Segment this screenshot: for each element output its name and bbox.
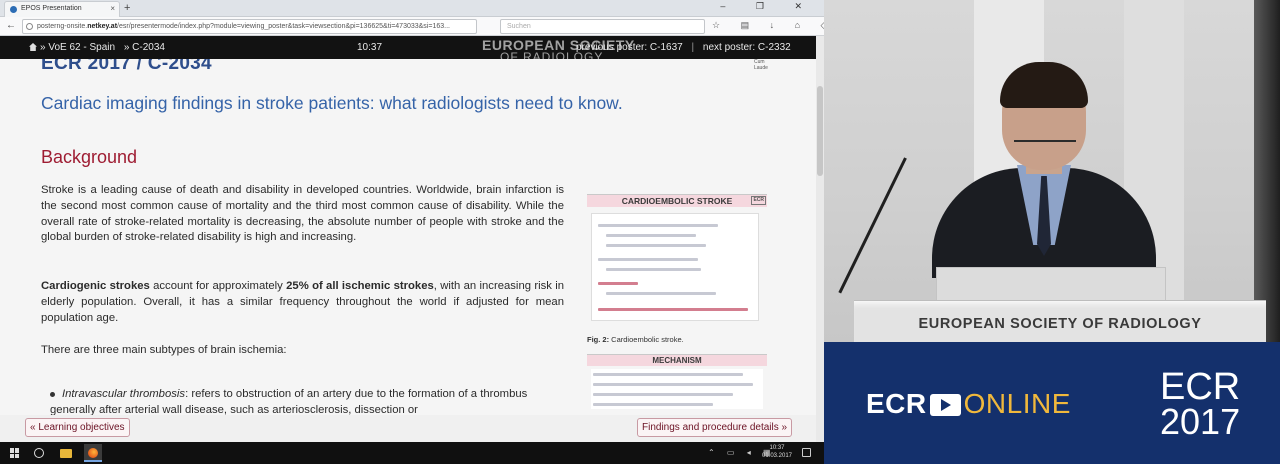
section-heading: Background xyxy=(41,147,138,167)
bullet-term: Intravascular thrombosis xyxy=(62,388,186,400)
figure-thumbnail[interactable] xyxy=(591,213,759,321)
windows-start-icon[interactable] xyxy=(10,448,20,458)
figure-title: CARDIOEMBOLIC STROKE xyxy=(621,196,733,206)
ecr-online-ecr: ECR xyxy=(866,388,927,419)
figure-text-line xyxy=(606,268,701,271)
next-section-button[interactable]: Findings and procedure details » xyxy=(637,418,793,437)
poster-title: Cardiac imaging findings in stroke patie… xyxy=(41,93,623,113)
search-box[interactable]: Suchen xyxy=(500,19,705,34)
figure-mechanism-header: MECHANISM xyxy=(587,354,767,366)
presentation-screen: EPOS Presentation × + – ❐ ✕ ← posterng-o… xyxy=(0,0,824,464)
breadcrumb-poster[interactable]: » C-2034 xyxy=(124,42,165,53)
favicon-icon xyxy=(10,6,17,13)
paragraph-intro: Stroke is a leading cause of death and d… xyxy=(41,184,564,244)
podium: EUROPEAN SOCIETY OF RADIOLOGY xyxy=(854,300,1266,342)
figure-text-line xyxy=(593,373,743,376)
section-navigation: « Learning objectives Findings and proce… xyxy=(0,415,816,442)
url-rest: /esr/presentermode/index.php?module=view… xyxy=(117,23,450,30)
ecr-online-banner: ECR ONLINE ECR 2017 xyxy=(824,342,1280,464)
speaker-glasses xyxy=(1014,140,1076,152)
previous-section-button[interactable]: « Learning objectives xyxy=(25,418,130,437)
figure-text-line xyxy=(598,282,638,285)
figure-cardioembolic[interactable]: CARDIOEMBOLIC STROKE ECR Fig. 2: Cardioe… xyxy=(587,194,767,409)
poster-document: ECR 2017 / C-2034 Cum Laude Cardiac imag… xyxy=(0,59,816,415)
microphone-icon xyxy=(838,157,907,294)
ecr-online-logo: ECR ONLINE xyxy=(866,388,1071,420)
figure-text-line xyxy=(593,393,733,396)
previous-poster-link[interactable]: previous poster: C-1637 xyxy=(576,42,683,53)
next-poster-link[interactable]: next poster: C-2332 xyxy=(703,42,791,53)
tray-time: 10:37 xyxy=(769,445,785,451)
figure-text-line xyxy=(593,383,753,386)
toolbar-icons[interactable]: ☆ ▤ ↓ ⌂ ◇ ≡ xyxy=(712,20,824,31)
video-camera-icon xyxy=(929,394,961,416)
browser-tab[interactable]: EPOS Presentation × xyxy=(4,1,120,17)
podium-monitor xyxy=(936,267,1166,301)
figure-caption-label: Fig. 2: xyxy=(587,335,610,344)
presenter-header: » VoE 62 - Spain » C-2034 10:37 EUROPEAN… xyxy=(0,36,816,63)
paragraph-subtypes: There are three main subtypes of brain i… xyxy=(41,344,287,356)
video-frame: EPOS Presentation × + – ❐ ✕ ← posterng-o… xyxy=(0,0,1280,464)
figure-text-line xyxy=(598,224,718,227)
info-icon xyxy=(26,23,33,30)
figure-caption-text: Cardioembolic stroke. xyxy=(609,335,684,344)
figure-mechanism-thumbnail[interactable] xyxy=(591,369,763,409)
poster-code: ECR 2017 / C-2034 xyxy=(41,59,212,74)
breadcrumb: » VoE 62 - Spain » C-2034 xyxy=(40,42,171,53)
ecr-logo-year: 2017 xyxy=(1160,401,1241,442)
window-controls[interactable]: – ❐ ✕ xyxy=(720,1,816,12)
tray-clock[interactable]: 10:37 01.03.2017 xyxy=(760,444,794,460)
search-placeholder: Suchen xyxy=(507,23,531,30)
ecr-badge: ECR xyxy=(751,196,766,205)
close-tab-icon[interactable]: × xyxy=(110,4,115,13)
bullet-icon xyxy=(50,391,55,397)
figure-caption: Fig. 2: Cardioembolic stroke. xyxy=(587,335,767,344)
figure-text-line xyxy=(606,292,716,295)
paragraph2-mid: account for approximately xyxy=(149,280,287,292)
page-scrollbar[interactable] xyxy=(816,36,824,442)
scrollbar-thumb[interactable] xyxy=(817,86,823,176)
back-arrow-icon[interactable]: ← xyxy=(6,20,16,31)
url-host: netkey.at xyxy=(87,23,118,30)
figure-text-line xyxy=(598,308,748,311)
figure-text-line xyxy=(606,234,696,237)
windows-taskbar: ⌃ ▭ ◂ ▦ 10:37 01.03.2017 xyxy=(0,442,824,464)
browser-tab-bar: EPOS Presentation × + – ❐ ✕ xyxy=(0,0,824,17)
bold-cardiogenic: Cardiogenic strokes xyxy=(41,280,150,292)
list-item: Intravascular thrombosis: refers to obst… xyxy=(50,387,550,415)
notification-icon[interactable] xyxy=(802,448,811,457)
browser-nav-bar: ← posterng-onsite.netkey.at/esr/presente… xyxy=(0,17,824,36)
poster-navigation: previous poster: C-1637 | next poster: C… xyxy=(576,42,791,53)
breadcrumb-session[interactable]: » VoE 62 - Spain xyxy=(40,42,115,53)
figure-text-line xyxy=(606,244,706,247)
tray-date: 01.03.2017 xyxy=(761,453,793,459)
podium-sign: EUROPEAN SOCIETY OF RADIOLOGY xyxy=(918,316,1202,332)
figure-header: CARDIOEMBOLIC STROKE ECR xyxy=(587,194,767,207)
bold-percentage: 25% of all ischemic strokes xyxy=(286,280,434,292)
poster-nav-separator: | xyxy=(691,42,695,53)
new-tab-icon[interactable]: + xyxy=(124,1,130,15)
home-icon[interactable] xyxy=(29,43,37,51)
cum-laude-logo: Cum Laude xyxy=(754,59,772,71)
cum-laude-text: Cum Laude xyxy=(754,59,768,71)
speaker-camera-view: EUROPEAN SOCIETY OF RADIOLOGY xyxy=(824,0,1280,342)
paragraph-cardiogenic: Cardiogenic strokes account for approxim… xyxy=(41,279,564,326)
address-bar[interactable]: posterng-onsite.netkey.at/esr/presenterm… xyxy=(22,19,477,34)
taskbar-search-icon[interactable] xyxy=(34,448,44,458)
ecr-2017-logo: ECR 2017 xyxy=(1160,368,1241,442)
firefox-icon[interactable] xyxy=(84,444,102,462)
ecr-online-online: ONLINE xyxy=(963,388,1071,419)
figure-mechanism-title: MECHANISM xyxy=(652,356,702,365)
background-edge xyxy=(1254,0,1280,342)
tab-title: EPOS Presentation xyxy=(21,5,82,12)
figure-text-line xyxy=(593,403,713,406)
header-clock: 10:37 xyxy=(357,42,383,53)
url-prefix: posterng-onsite. xyxy=(37,23,88,30)
file-explorer-icon[interactable] xyxy=(60,449,72,458)
figure-text-line xyxy=(598,258,698,261)
